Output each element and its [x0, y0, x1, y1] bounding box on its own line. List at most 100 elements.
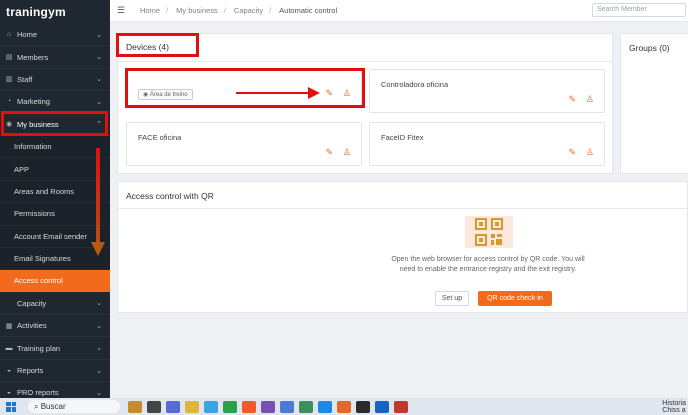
sidebar-item-staff[interactable]: ▥ Staff ⌄ [0, 69, 110, 92]
sidebar-item-label: Members [17, 52, 49, 62]
sidebar-item-label: Capacity [17, 298, 47, 308]
outlook-icon[interactable] [375, 400, 389, 413]
sidebar-item-label: Home [17, 30, 38, 40]
setup-button[interactable]: Set up [435, 291, 469, 306]
taskbar-search[interactable]: ⌕ Buscar [28, 400, 120, 413]
app-icon[interactable] [166, 400, 180, 413]
sidebar-item-label: PRO reports [17, 388, 59, 398]
sidebar-item-label: Marketing [17, 97, 50, 107]
sidebar-item-reports[interactable]: ◒ Reports ⌄ [0, 360, 110, 383]
app-icon[interactable] [394, 400, 408, 413]
sidebar-item-label: Staff [17, 74, 33, 84]
search-member-input[interactable]: Search Member [592, 3, 686, 17]
chevron-down-icon: ⌄ [96, 76, 102, 84]
taskbar-search-label: Buscar [40, 402, 66, 411]
sidebar-item-label: Reports [17, 366, 44, 376]
sidebar-subitem-permissions[interactable]: Permissions [0, 203, 110, 226]
edge-icon[interactable] [318, 400, 332, 413]
device-card[interactable]: Controladora oficina ✎ ♙ [369, 69, 605, 113]
folder-icon[interactable] [185, 400, 199, 413]
groups-panel: Groups (0) [620, 33, 688, 174]
chevron-down-icon: ⌄ [96, 389, 102, 397]
sidebar-subitem-information[interactable]: Information [0, 135, 110, 159]
sidebar-item-label: Access control [14, 276, 63, 286]
sidebar-item-home[interactable]: ⌂ Home ⌄ [0, 24, 110, 47]
taskbar-news-widget[interactable]: Historia Chiss a [662, 400, 686, 414]
reports-icon: ◒ [6, 367, 12, 375]
windows-start-icon[interactable] [6, 401, 16, 412]
edit-icon[interactable]: ✎ [568, 147, 576, 158]
breadcrumb-my-business[interactable]: My business [176, 6, 218, 15]
sidebar-item-label: Email Signatures [14, 254, 71, 264]
app-icon[interactable] [147, 400, 161, 413]
breadcrumb-current: Automatic control [279, 6, 338, 15]
user-icon[interactable]: ♙ [586, 94, 594, 105]
sidebar-item-members[interactable]: ▤ Members ⌄ [0, 46, 110, 69]
sidebar-item-pro-reports[interactable]: ◒ PRO reports ⌄ [0, 382, 110, 398]
device-name: FACE oficina [138, 133, 182, 142]
app-icon[interactable] [204, 400, 218, 413]
pro-reports-icon: ◒ [6, 389, 12, 397]
app-icon[interactable] [261, 400, 275, 413]
members-icon: ▤ [5, 54, 13, 62]
sidebar-item-training-plan[interactable]: ▬ Training plan ⌄ [0, 337, 110, 360]
chevron-down-icon: ⌄ [96, 367, 102, 375]
sidebar-subitem-access-control[interactable]: Access control [0, 270, 110, 293]
sidebar-item-capacity[interactable]: Capacity ⌄ [0, 293, 110, 316]
marketing-icon: ◔ [6, 98, 12, 106]
annotation-arrow-down-head [91, 242, 105, 256]
device-name: FaceID Fitex [381, 133, 424, 142]
sidebar-item-activities[interactable]: ▦ Activities ⌄ [0, 315, 110, 338]
qr-code-icon [465, 216, 513, 248]
edit-icon[interactable]: ✎ [568, 94, 576, 105]
sidebar-item-label: Information [14, 142, 52, 152]
app-icon[interactable] [356, 400, 370, 413]
device-card[interactable]: FaceID Fitex ✎ ♙ [369, 122, 605, 166]
app-icon[interactable] [299, 400, 313, 413]
breadcrumb-home[interactable]: Home [140, 6, 160, 15]
breadcrumb-separator: / [269, 6, 272, 15]
chevron-down-icon: ⌄ [96, 322, 102, 330]
activities-icon: ▦ [5, 322, 13, 330]
user-icon[interactable]: ♙ [343, 147, 351, 158]
device-card[interactable]: FACE oficina ✎ ♙ [126, 122, 362, 166]
chrome-icon[interactable] [223, 400, 237, 413]
user-icon[interactable]: ♙ [586, 147, 594, 158]
device-name: Controladora oficina [381, 80, 449, 89]
training-icon: ▬ [5, 344, 13, 352]
qr-checkin-button[interactable]: QR code check-in [478, 291, 552, 306]
sidebar-item-label: APP [14, 164, 30, 174]
menu-toggle-icon[interactable]: ☰ [110, 5, 132, 16]
sidebar-item-label: Activities [17, 321, 47, 331]
app-icon[interactable] [128, 400, 142, 413]
home-icon: ⌂ [6, 31, 12, 39]
taskbar-news-label: Historia [662, 400, 686, 407]
chevron-down-icon: ⌄ [96, 300, 102, 308]
annotation-highlight-device-card [125, 68, 365, 108]
divider [118, 61, 612, 62]
groups-title: Groups (0) [629, 43, 670, 53]
app-icon[interactable] [280, 400, 294, 413]
sidebar-item-label: Training plan [17, 343, 61, 353]
qr-panel-title: Access control with QR [126, 191, 214, 201]
chevron-down-icon: ⌄ [96, 98, 102, 106]
os-taskbar: ⌕ Buscar Historia Chiss a [0, 398, 688, 415]
topbar: ☰ Home / My business / Capacity / Automa… [110, 0, 688, 22]
divider [118, 208, 687, 209]
chevron-down-icon: ⌄ [96, 31, 102, 39]
breadcrumb-capacity[interactable]: Capacity [234, 6, 263, 15]
sidebar-subitem-app[interactable]: APP [0, 158, 110, 181]
sidebar-item-label: Account Email sender [14, 231, 87, 241]
annotation-highlight-my-business [1, 111, 108, 136]
qr-description: Open the web browser for access control … [391, 256, 585, 273]
edit-icon[interactable]: ✎ [325, 147, 333, 158]
staff-icon: ▥ [5, 76, 13, 84]
annotation-arrow-right-head [308, 87, 320, 99]
sidebar-item-label: Permissions [14, 209, 55, 219]
app-logo[interactable]: traningym [0, 0, 110, 24]
sidebar-item-label: Areas and Rooms [14, 186, 75, 196]
chevron-down-icon: ⌄ [96, 345, 102, 353]
sidebar-subitem-areas-rooms[interactable]: Areas and Rooms [0, 180, 110, 204]
brave-icon[interactable] [242, 400, 256, 413]
app-icon[interactable] [337, 400, 351, 413]
